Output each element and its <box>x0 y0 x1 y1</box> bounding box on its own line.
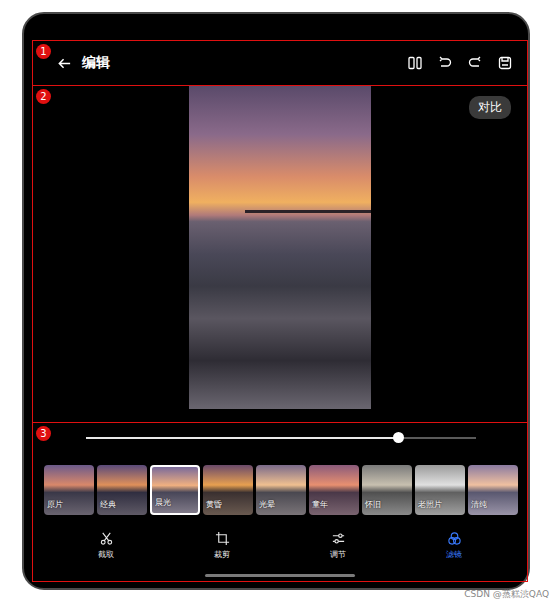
filter-label: 晨光 <box>155 497 171 508</box>
tool-tabs: 截取 裁剪 调节 滤镜 <box>33 531 527 560</box>
undo-icon[interactable] <box>437 55 453 71</box>
filter-thumbnail[interactable]: 黄昏 <box>203 465 253 515</box>
split-compare-icon[interactable] <box>407 55 423 71</box>
title: 编辑 <box>82 54 110 72</box>
filter-label: 光晕 <box>259 499 275 510</box>
page: 1 编辑 2 对比 3 原片 经典 晨光 黄昏 光晕 童年 怀旧 老照片 清纯截取 裁剪 调节 滤镜 CSDN @… <box>0 0 553 605</box>
tool-label: 调节 <box>330 549 346 560</box>
annotation-marker: 1 <box>36 44 51 59</box>
tool-tab[interactable]: 截取 <box>48 531 164 560</box>
filter-thumbnail[interactable]: 老照片 <box>415 465 465 515</box>
filter-thumbnail[interactable]: 经典 <box>97 465 147 515</box>
filter-label: 经典 <box>100 499 116 510</box>
redo-icon[interactable] <box>467 55 483 71</box>
preview-area: 2 对比 <box>32 85 528 423</box>
filter-label: 怀旧 <box>365 499 381 510</box>
photo <box>189 86 371 409</box>
filter-thumbnail[interactable]: 童年 <box>309 465 359 515</box>
slider-track <box>86 437 476 439</box>
tool-tab[interactable]: 滤镜 <box>396 531 512 560</box>
tool-label: 裁剪 <box>214 549 230 560</box>
tool-tab[interactable]: 裁剪 <box>164 531 280 560</box>
filter-label: 老照片 <box>418 499 442 510</box>
annotation-marker: 3 <box>36 426 51 441</box>
filter-thumbnail[interactable]: 光晕 <box>256 465 306 515</box>
home-indicator[interactable] <box>205 574 355 577</box>
back-arrow-icon[interactable] <box>57 56 72 71</box>
tool-label: 滤镜 <box>446 549 462 560</box>
adjust-icon <box>331 531 346 546</box>
filter-label: 清纯 <box>471 499 487 510</box>
tool-label: 截取 <box>98 549 114 560</box>
filter-thumbnail[interactable]: 晨光 <box>150 465 200 515</box>
filter-label: 黄昏 <box>206 499 222 510</box>
slider-fill <box>86 437 398 439</box>
top-bar: 1 编辑 <box>32 40 528 86</box>
filter-icon <box>447 531 462 546</box>
save-icon[interactable] <box>497 55 513 71</box>
filter-thumbnail[interactable]: 清纯 <box>468 465 518 515</box>
toolbar-actions <box>407 55 513 71</box>
scissors-icon <box>99 531 114 546</box>
filter-thumbnail[interactable]: 怀旧 <box>362 465 412 515</box>
tool-tab[interactable]: 调节 <box>280 531 396 560</box>
filter-list: 原片 经典 晨光 黄昏 光晕 童年 怀旧 老照片 清纯 <box>33 465 527 515</box>
filter-label: 原片 <box>47 499 63 510</box>
filter-thumbnail[interactable]: 原片 <box>44 465 94 515</box>
pier <box>245 210 371 213</box>
compare-button[interactable]: 对比 <box>469 96 511 119</box>
watermark: CSDN @蒸糕渋QAQ <box>464 588 549 601</box>
intensity-slider[interactable] <box>33 423 527 444</box>
filter-panel: 3 原片 经典 晨光 黄昏 光晕 童年 怀旧 老照片 清纯截取 裁剪 调节 滤镜 <box>32 422 528 582</box>
filter-label: 童年 <box>312 499 328 510</box>
phone-frame: 1 编辑 2 对比 3 原片 经典 晨光 黄昏 光晕 童年 怀旧 老照片 清纯截取 裁剪 调节 滤镜 <box>22 12 530 590</box>
annotation-marker: 2 <box>36 89 51 104</box>
slider-knob[interactable] <box>393 432 404 443</box>
crop-icon <box>215 531 230 546</box>
